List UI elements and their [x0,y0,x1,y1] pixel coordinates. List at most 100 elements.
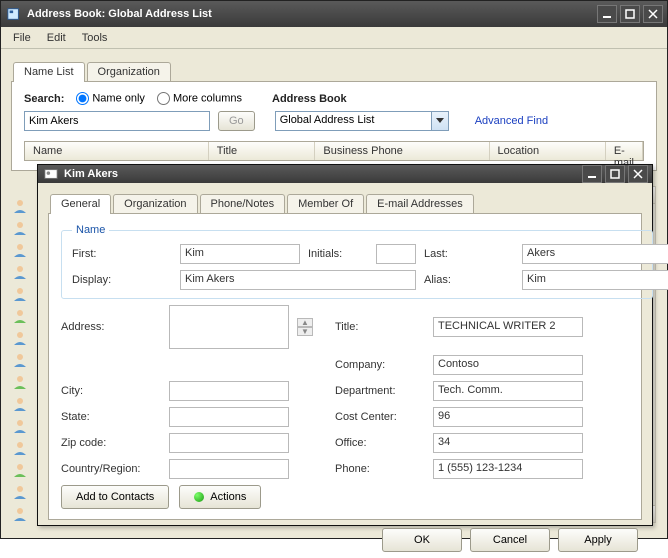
costcenter-label: Cost Center: [335,411,425,423]
menu-edit[interactable]: Edit [39,29,74,47]
phone-label: Phone: [335,463,425,475]
presence-icon [194,492,204,502]
maximize-button[interactable] [620,5,640,23]
alias-field[interactable]: Kim [522,270,668,290]
menu-file[interactable]: File [5,29,39,47]
tab-organization[interactable]: Organization [87,62,171,82]
col-business-phone[interactable]: Business Phone [315,142,489,160]
tab-email-addresses[interactable]: E-mail Addresses [366,194,474,214]
spin-down-icon[interactable]: ▼ [297,327,313,336]
person-icon [12,198,28,214]
ok-button[interactable]: OK [382,528,462,552]
address-book-label: Address Book [272,93,347,105]
menu-tools[interactable]: Tools [74,29,116,47]
company-label: Company: [335,359,425,371]
radio-more-columns[interactable] [157,92,170,105]
address-book-value: Global Address List [275,111,431,131]
contact-card-icon [44,167,58,181]
company-field[interactable]: Contoso [433,355,583,375]
menubar: File Edit Tools [1,27,667,49]
address-label: Address: [61,321,161,333]
city-field[interactable] [169,381,289,401]
main-tabstrip: Name List Organization [13,59,657,81]
results-header: Name Title Business Phone Location E-mai… [24,141,644,161]
address-spin[interactable]: ▲▼ [297,318,313,336]
go-button[interactable]: Go [218,111,255,131]
display-label: Display: [72,274,172,286]
title-field[interactable]: TECHNICAL WRITER 2 [433,317,583,337]
add-to-contacts-button[interactable]: Add to Contacts [61,485,169,509]
search-input[interactable] [24,111,210,131]
apply-button[interactable]: Apply [558,528,638,552]
initials-field[interactable] [376,244,416,264]
col-title[interactable]: Title [209,142,316,160]
titlebar: Address Book: Global Address List [1,1,667,27]
office-label: Office: [335,437,425,449]
first-field[interactable]: Kim [180,244,300,264]
country-label: Country/Region: [61,463,161,475]
person-icon [12,396,28,412]
col-email[interactable]: E-mail [606,142,643,160]
address-field[interactable] [169,305,289,349]
window-title: Address Book: Global Address List [27,8,212,20]
actions-button[interactable]: Actions [179,485,261,509]
department-field[interactable]: Tech. Comm. [433,381,583,401]
dialog-footer: OK Cancel Apply [48,520,642,552]
person-icon [12,220,28,236]
col-name[interactable]: Name [25,142,209,160]
dialog-titlebar: Kim Akers [38,165,652,183]
person-icon [12,286,28,302]
tab-member-of[interactable]: Member Of [287,194,364,214]
initials-label: Initials: [308,248,368,260]
state-label: State: [61,411,161,423]
person-icon [12,242,28,258]
address-book-combo[interactable]: Global Address List [275,111,449,131]
main-panel: Search: Name only More columns Address B… [11,81,657,171]
city-label: City: [61,385,161,397]
close-button[interactable] [643,5,663,23]
person-icon [12,418,28,434]
contact-dialog: Kim Akers General Organization Phone/Not… [37,164,653,526]
radio-name-only-label[interactable]: Name only [70,92,145,105]
person-icon [12,330,28,346]
last-label: Last: [424,248,514,260]
dialog-maximize-button[interactable] [605,165,625,183]
minimize-button[interactable] [597,5,617,23]
zip-label: Zip code: [61,437,161,449]
tab-general[interactable]: General [50,194,111,214]
tab-name-list[interactable]: Name List [13,62,85,82]
dialog-close-button[interactable] [628,165,648,183]
cancel-button[interactable]: Cancel [470,528,550,552]
search-label: Search: [24,93,64,105]
dialog-minimize-button[interactable] [582,165,602,183]
person-icon [12,506,28,522]
radio-name-only[interactable] [76,92,89,105]
last-field[interactable]: Akers [522,244,668,264]
phone-field[interactable]: 1 (555) 123-1234 [433,459,583,479]
col-location[interactable]: Location [490,142,606,160]
state-field[interactable] [169,407,289,427]
spin-up-icon[interactable]: ▲ [297,318,313,327]
contact-icon-strip [12,198,32,522]
radio-more-columns-label[interactable]: More columns [151,92,242,105]
tab-organization[interactable]: Organization [113,194,197,214]
zip-field[interactable] [169,433,289,453]
advanced-find-link[interactable]: Advanced Find [475,115,548,127]
chevron-down-icon[interactable] [431,111,449,131]
alias-label: Alias: [424,274,514,286]
person-icon [12,440,28,456]
tab-phone-notes[interactable]: Phone/Notes [200,194,286,214]
department-label: Department: [335,385,425,397]
title-label: Title: [335,321,425,333]
person-icon [12,352,28,368]
display-field[interactable]: Kim Akers [180,270,416,290]
name-legend: Name [72,224,109,236]
person-icon [12,264,28,280]
person-icon [12,462,28,478]
person-icon [12,484,28,500]
office-field[interactable]: 34 [433,433,583,453]
dialog-title: Kim Akers [64,168,118,180]
country-field[interactable] [169,459,289,479]
app-window: Address Book: Global Address List File E… [0,0,668,539]
costcenter-field[interactable]: 96 [433,407,583,427]
